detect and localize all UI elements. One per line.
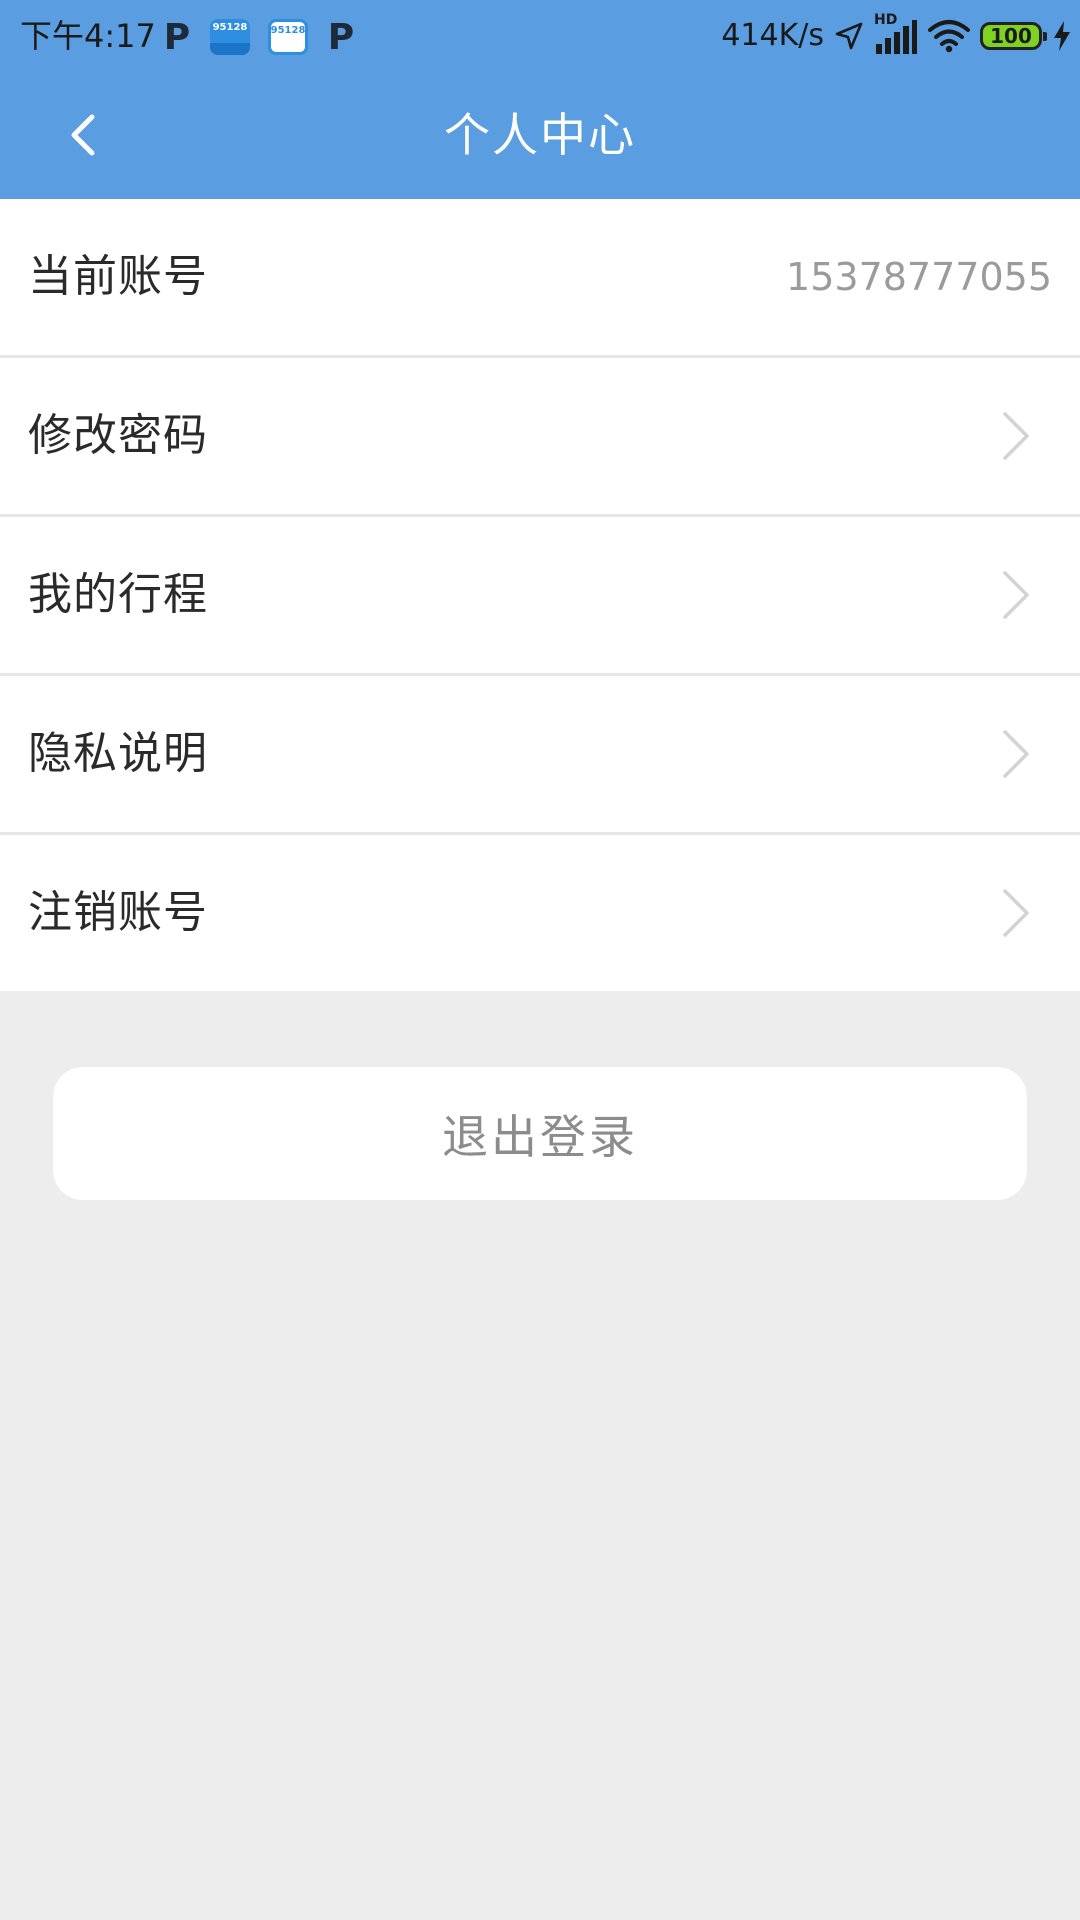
settings-list: 当前账号 15378777055 修改密码 我的行程 隐私说明 注销账号 xyxy=(0,199,1080,991)
app-badge-text: 95128 xyxy=(212,22,248,33)
95128-app-icon-alt: 95128 xyxy=(268,19,308,55)
screen: 下午4:17 P 95128 95128 P 414K/s HD 100 个人中… xyxy=(0,0,1080,1920)
battery-icon: 100 xyxy=(980,22,1047,50)
menu-item-change-password[interactable]: 修改密码 xyxy=(0,358,1080,517)
status-right: 414K/s HD 100 xyxy=(721,12,1072,60)
status-time: 下午4:17 xyxy=(20,17,156,55)
account-number: 15378777055 xyxy=(786,255,1052,299)
location-icon xyxy=(835,22,863,50)
app-badge-text-alt: 95128 xyxy=(270,25,306,36)
menu-item-label: 我的行程 xyxy=(28,569,208,620)
menu-item-label: 修改密码 xyxy=(28,410,208,461)
back-button[interactable] xyxy=(48,100,118,170)
network-speed: 414K/s xyxy=(721,18,824,53)
charging-icon xyxy=(1054,21,1070,51)
chevron-left-icon xyxy=(71,114,95,156)
logout-button[interactable]: 退出登录 xyxy=(53,1067,1027,1200)
app-header: 个人中心 xyxy=(0,72,1080,199)
account-row: 当前账号 15378777055 xyxy=(0,199,1080,358)
menu-item-privacy[interactable]: 隐私说明 xyxy=(0,676,1080,835)
menu-item-delete-account[interactable]: 注销账号 xyxy=(0,835,1080,991)
chevron-right-icon xyxy=(1003,571,1029,619)
95128-app-icon: 95128 xyxy=(210,19,250,55)
signal-icon: HD xyxy=(874,12,918,56)
page-title: 个人中心 xyxy=(444,108,636,162)
wifi-icon xyxy=(928,20,970,53)
app-wave xyxy=(210,43,250,55)
p-app-icon: P xyxy=(163,16,191,58)
menu-item-label: 隐私说明 xyxy=(28,728,208,779)
notification-icons: P 95128 95128 P xyxy=(162,16,356,58)
menu-item-label: 注销账号 xyxy=(28,887,208,938)
status-bar: 下午4:17 P 95128 95128 P 414K/s HD 100 xyxy=(0,0,1080,72)
p-app-icon-2: P xyxy=(327,16,355,58)
chevron-right-icon xyxy=(1003,730,1029,778)
chevron-right-icon xyxy=(1003,412,1029,460)
menu-item-my-trips[interactable]: 我的行程 xyxy=(0,517,1080,676)
chevron-right-icon xyxy=(1003,889,1029,937)
account-label: 当前账号 xyxy=(28,251,208,302)
